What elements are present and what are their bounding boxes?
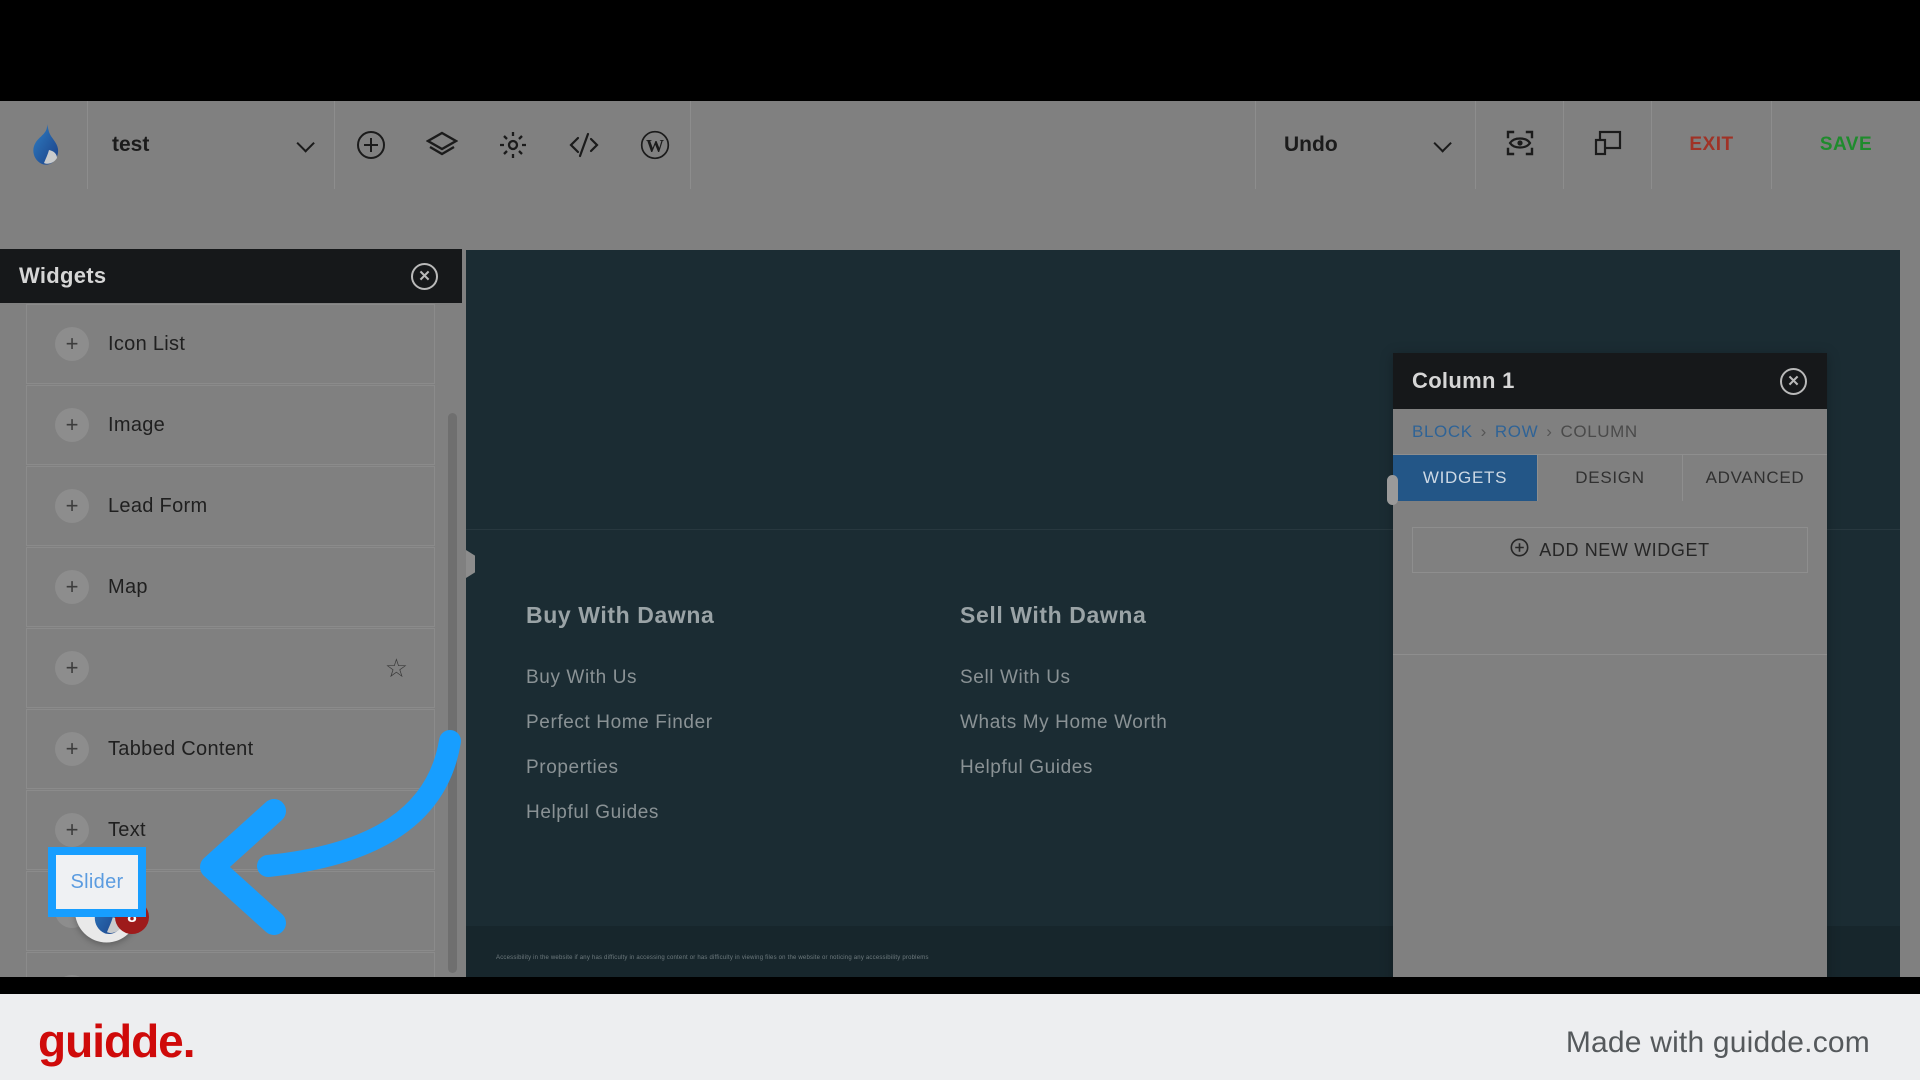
widgets-panel-header: Widgets ✕ xyxy=(0,249,462,303)
plus-circle-icon xyxy=(1510,538,1529,562)
gear-icon[interactable] xyxy=(477,101,548,189)
plus-icon: + xyxy=(55,408,89,442)
breadcrumb-separator: › xyxy=(1546,421,1553,441)
responsive-button[interactable] xyxy=(1564,101,1652,189)
list-item-label: Image xyxy=(108,413,166,436)
plus-icon: + xyxy=(55,813,89,847)
footer-link[interactable]: Perfect Home Finder xyxy=(526,712,960,734)
widgets-scrollbar[interactable] xyxy=(448,413,457,973)
close-circle-icon[interactable]: ✕ xyxy=(1780,367,1807,395)
app-logo-button[interactable] xyxy=(0,101,88,189)
settings-panel: Column 1 ✕ BLOCK › ROW › COLUMN WIDGETS … xyxy=(1387,353,1827,977)
list-item-label: Map xyxy=(108,575,148,598)
slider-highlight-box[interactable]: Slider xyxy=(48,847,146,917)
chevron-down-icon xyxy=(1433,133,1452,153)
list-item[interactable]: + WordPress Menu xyxy=(26,952,435,977)
responsive-devices-icon xyxy=(1593,129,1623,162)
preview-button[interactable] xyxy=(1476,101,1564,189)
add-new-widget-button[interactable]: ADD NEW WIDGET xyxy=(1412,527,1808,573)
settings-tabs: WIDGETS DESIGN ADVANCED xyxy=(1393,455,1827,501)
code-icon[interactable] xyxy=(548,101,619,189)
slider-highlight-label: Slider xyxy=(70,870,124,893)
settings-panel-body: ADD NEW WIDGET xyxy=(1393,501,1827,977)
footer-heading: Buy With Dawna xyxy=(526,602,715,628)
save-label: SAVE xyxy=(1819,134,1873,155)
list-item[interactable]: + Icon List xyxy=(26,304,435,384)
footer-link[interactable]: Properties xyxy=(526,757,960,779)
panel-drag-handle[interactable] xyxy=(1387,475,1398,505)
footer-heading: Sell With Dawna xyxy=(960,602,1147,628)
list-item-label: Tabbed Content xyxy=(108,737,254,760)
star-icon[interactable]: ☆ xyxy=(385,655,408,681)
site-name: test xyxy=(112,133,150,156)
list-item[interactable]: + Lead Form xyxy=(26,466,435,546)
add-new-widget-label: ADD NEW WIDGET xyxy=(1539,539,1710,560)
exit-label: EXIT xyxy=(1689,134,1734,155)
undo-dropdown[interactable]: Undo xyxy=(1256,101,1476,189)
app-window: test W Undo EXIT SAVE Buy With Dawna Buy… xyxy=(0,101,1920,977)
screenshot-root: test W Undo EXIT SAVE Buy With Dawna Buy… xyxy=(0,0,1920,1080)
widgets-panel-title: Widgets xyxy=(19,263,107,288)
footer-column-sell: Sell With Dawna Sell With Us Whats My Ho… xyxy=(960,602,1394,847)
site-selector[interactable]: test xyxy=(88,101,335,189)
chevron-down-icon xyxy=(296,133,315,153)
plus-icon: + xyxy=(55,327,89,361)
svg-text:W: W xyxy=(646,136,664,156)
plus-icon: + xyxy=(55,570,89,604)
plus-icon: + xyxy=(55,489,89,523)
guidde-branding-bar: guidde. Made with guidde.com xyxy=(0,994,1920,1080)
widgets-panel: Widgets ✕ + Icon List + Image + Lead For… xyxy=(0,249,462,977)
tab-label: WIDGETS xyxy=(1422,468,1508,487)
breadcrumb-block[interactable]: BLOCK xyxy=(1412,422,1473,442)
footer-link[interactable]: Sell With Us xyxy=(960,667,1394,689)
settings-panel-header: Column 1 ✕ xyxy=(1393,353,1827,409)
list-item-label: Lead Form xyxy=(108,494,208,517)
exit-button[interactable]: EXIT xyxy=(1652,101,1772,189)
list-item[interactable]: + Image xyxy=(26,385,435,465)
guidde-logo: guidde. xyxy=(38,1015,196,1067)
tab-label: ADVANCED xyxy=(1705,468,1805,487)
tab-advanced[interactable]: ADVANCED xyxy=(1683,455,1827,501)
letterbox-top xyxy=(0,0,1920,101)
letterbox-middle xyxy=(0,977,1920,994)
toolbar-icon-group: W xyxy=(335,101,691,189)
panel-divider xyxy=(1393,654,1827,655)
breadcrumb: BLOCK › ROW › COLUMN xyxy=(1393,409,1827,455)
breadcrumb-separator: › xyxy=(1480,421,1487,441)
footer-link[interactable]: Buy With Us xyxy=(526,667,960,689)
plus-icon: + xyxy=(55,732,89,766)
footer-link[interactable]: Helpful Guides xyxy=(960,757,1394,779)
flame-logo-icon xyxy=(27,124,61,166)
settings-panel-title: Column 1 xyxy=(1412,368,1515,393)
footer-columns: Buy With Dawna Buy With Us Perfect Home … xyxy=(526,602,1394,847)
footer-link[interactable]: Helpful Guides xyxy=(526,802,960,824)
undo-label: Undo xyxy=(1284,133,1338,156)
toolbar-spacer xyxy=(691,101,1256,189)
footer-link[interactable]: Whats My Home Worth xyxy=(960,712,1394,734)
tab-design[interactable]: DESIGN xyxy=(1538,455,1683,501)
list-item-slider[interactable]: + Slider ☆ xyxy=(26,628,435,708)
made-with-guidde-label: Made with guidde.com xyxy=(1565,1026,1870,1059)
breadcrumb-row[interactable]: ROW xyxy=(1495,422,1538,442)
plus-icon: + xyxy=(55,651,89,685)
wordpress-icon[interactable]: W xyxy=(619,101,690,189)
editor-toolbar: test W Undo EXIT SAVE xyxy=(0,101,1920,189)
tab-widgets[interactable]: WIDGETS xyxy=(1393,455,1538,501)
layers-icon[interactable] xyxy=(406,101,477,189)
tab-label: DESIGN xyxy=(1575,468,1645,487)
breadcrumb-column: COLUMN xyxy=(1560,421,1638,441)
list-item-label: Text xyxy=(108,818,146,841)
eye-focus-icon xyxy=(1504,128,1536,163)
row-resize-handle[interactable] xyxy=(466,550,475,578)
save-button[interactable]: SAVE xyxy=(1772,101,1920,189)
add-circle-icon[interactable] xyxy=(335,101,406,189)
list-item[interactable]: + Tabbed Content xyxy=(26,709,435,789)
list-item[interactable]: + Map xyxy=(26,547,435,627)
footer-column-buy: Buy With Dawna Buy With Us Perfect Home … xyxy=(526,602,960,847)
close-circle-icon[interactable]: ✕ xyxy=(411,262,438,290)
list-item-label: Icon List xyxy=(108,332,186,355)
